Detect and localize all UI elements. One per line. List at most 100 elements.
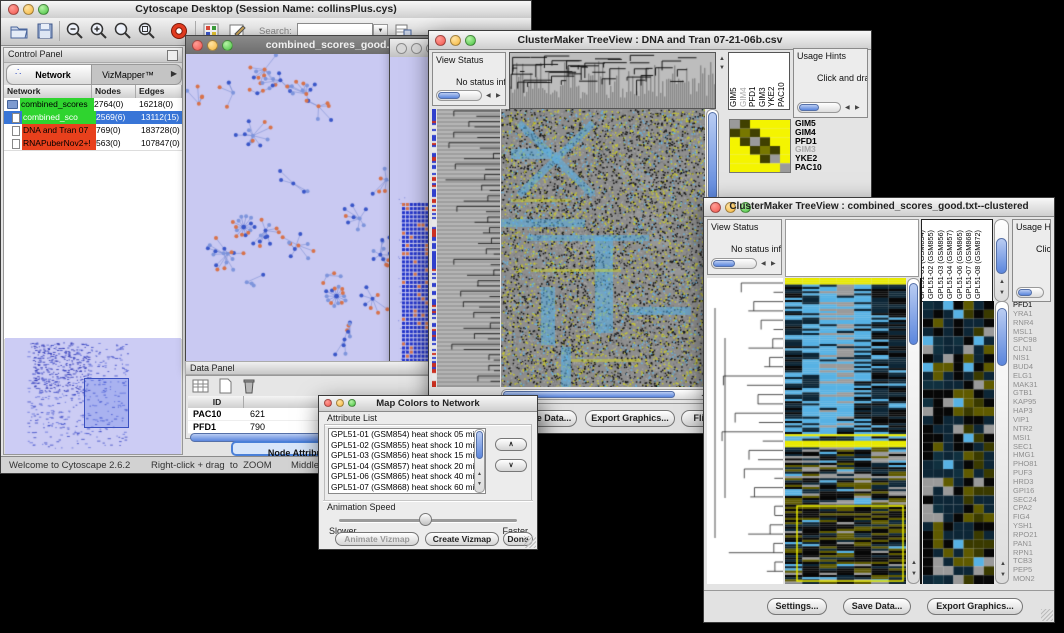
network-list-row[interactable]: DNA and Tran 07769(0)183728(0)	[4, 124, 182, 137]
tv1-heatmap-canvas[interactable]	[501, 109, 705, 387]
tv1-usage-hints-panel: Usage Hints Click and drag tc ◀ ▶	[793, 48, 868, 118]
tab-network-label: Network	[35, 70, 71, 80]
attribute-list-item[interactable]: GPL51-01 (GSM854) heat shock 05 min	[329, 429, 485, 440]
attribute-list-item[interactable]: GPL51-04 (GSM857) heat shock 20 min	[329, 461, 485, 472]
tv2-zoom-vscrollbar[interactable]: ▲ ▼	[995, 301, 1009, 584]
tv2-column-label: GPL51-06 (GSM865)	[955, 230, 964, 299]
tv1-column-label: GIM5	[729, 87, 738, 107]
save-icon[interactable]	[35, 21, 55, 41]
attribute-list-scrollbar[interactable]: ▲ ▼	[474, 429, 485, 493]
tv2-heatmap-vscrollbar[interactable]: ▲ ▼	[907, 278, 920, 584]
network-edges-cell: 107847(0)	[141, 137, 186, 150]
tv1-zoom-matrix-canvas[interactable]	[729, 119, 791, 173]
network-name-cell: DNA and Tran 07	[22, 124, 96, 137]
tv2-column-label-scrollbar[interactable]: ▲ ▼	[994, 219, 1009, 302]
tv1-row-labels[interactable]: GIM5GIM4PFD1GIM3YKE2PAC10	[795, 119, 865, 172]
scroll-up-icon[interactable]: ▲	[719, 55, 725, 63]
scroll-up-icon[interactable]: ▲	[1000, 560, 1006, 568]
tv1-column-dendrogram-canvas[interactable]	[509, 52, 716, 109]
attribute-list-item[interactable]: GPL51-03 (GSM856) heat shock 15 min	[329, 450, 485, 461]
tv1-status-scrollbar[interactable]	[436, 90, 482, 101]
tv2-column-label: GPL51-02 (GSM855)	[926, 230, 935, 299]
create-vizmap-button[interactable]: Create Vizmap	[425, 532, 499, 546]
tv2-zoom-heatmap-canvas[interactable]	[923, 301, 994, 584]
attribute-list-item[interactable]: GPL51-02 (GSM855) heat shock 10 min	[329, 440, 485, 451]
scroll-right-icon[interactable]: ▶	[771, 260, 776, 268]
attribute-list[interactable]: GPL51-01 (GSM854) heat shock 05 minGPL51…	[328, 428, 486, 494]
dialog-titlebar[interactable]: Map Colors to Network	[319, 396, 537, 412]
animation-speed-label: Animation Speed	[327, 502, 396, 512]
treeview2-titlebar[interactable]: ClusterMaker TreeView : combined_scores_…	[704, 198, 1054, 217]
tv2-row-dendrogram-canvas[interactable]	[707, 278, 783, 584]
tv2-usage-hints-panel: Usage Hi Click and	[1012, 219, 1051, 302]
control-panel: Control Panel ∴ Network VizMapper™ ▶ Net…	[3, 47, 183, 455]
network-nodes-cell: 769(0)	[96, 124, 141, 137]
gene-label: MON2	[1013, 575, 1053, 584]
network-list-row[interactable]: combined_sco2569(6)13112(15)	[4, 111, 182, 124]
scroll-down-icon[interactable]: ▼	[1000, 571, 1006, 579]
tab-network[interactable]: ∴ Network	[7, 65, 92, 84]
main-titlebar[interactable]: Cytoscape Desktop (Session Name: collins…	[1, 1, 531, 19]
scroll-right-icon[interactable]: ▶	[855, 104, 860, 112]
close-button[interactable]	[396, 43, 407, 54]
tab-overflow-icon[interactable]: ▶	[171, 69, 177, 78]
scroll-down-icon[interactable]: ▼	[719, 64, 725, 72]
data-col-id[interactable]: ID	[188, 396, 244, 408]
col-header-edges[interactable]: Edges	[136, 85, 182, 98]
tv2-column-labels[interactable]: GPL51-01 (GSM854)GPL51-02 (GSM855)GPL51-…	[921, 219, 993, 302]
settings-button[interactable]: Settings...	[767, 598, 827, 615]
export-graphics-button[interactable]: Export Graphics...	[927, 598, 1023, 615]
tv1-row-dendrogram-canvas[interactable]	[437, 109, 500, 387]
scroll-down-icon[interactable]: ▼	[911, 570, 917, 578]
scroll-down-icon[interactable]: ▼	[477, 480, 482, 488]
network-list-row[interactable]: combined_scores2764(0)16218(0)	[4, 98, 182, 111]
tv1-column-labels[interactable]: GIM5GIM4PFD1GIM3YKE2PAC10	[728, 52, 790, 110]
network-list: combined_scores2764(0)16218(0)combined_s…	[4, 98, 182, 150]
control-panel-title: Control Panel	[8, 49, 63, 59]
col-header-nodes[interactable]: Nodes	[92, 85, 136, 98]
scroll-right-icon[interactable]: ▶	[496, 92, 501, 100]
scroll-left-icon[interactable]: ◀	[761, 260, 766, 268]
tv2-heatmap-canvas[interactable]	[785, 278, 906, 584]
scroll-up-icon[interactable]: ▲	[911, 559, 917, 567]
main-window-title: Cytoscape Desktop (Session Name: collins…	[1, 3, 531, 15]
tv1-usage-scrollbar[interactable]	[797, 102, 841, 113]
scroll-up-icon[interactable]: ▲	[477, 470, 482, 478]
animate-vizmap-button[interactable]: Animate Vizmap	[335, 532, 419, 546]
tv1-view-status-title: View Status	[436, 55, 483, 65]
col-header-network[interactable]: Network	[4, 85, 92, 98]
tv2-status-scrollbar[interactable]	[711, 258, 757, 269]
scroll-left-icon[interactable]: ◀	[486, 92, 491, 100]
scroll-up-icon[interactable]: ▲	[999, 278, 1005, 286]
scroll-left-icon[interactable]: ◀	[845, 104, 850, 112]
scroll-down-icon[interactable]: ▼	[999, 289, 1005, 297]
tv2-gene-labels[interactable]: PFD1YRA1RNR4MSL1SPC98CLN1NIS1BUD4ELG1MAK…	[1013, 301, 1053, 584]
resize-grip[interactable]	[524, 536, 536, 548]
tv2-usage-scrollbar[interactable]	[1016, 287, 1044, 298]
tv2-view-status-text: No status info f	[731, 244, 782, 254]
minimize-button[interactable]	[411, 43, 422, 54]
zoom-in-icon[interactable]	[89, 21, 109, 41]
save-data-button[interactable]: Save Data...	[843, 598, 911, 615]
tv1-column-label: PFD1	[748, 87, 757, 107]
animation-speed-slider-thumb[interactable]	[419, 513, 432, 526]
move-up-button[interactable]: ∧	[495, 438, 527, 451]
tab-vizmapper[interactable]: VizMapper™	[92, 65, 164, 84]
open-file-icon[interactable]	[9, 21, 29, 41]
export-graphics-button[interactable]: Export Graphics...	[585, 410, 675, 427]
resize-grip[interactable]	[1041, 609, 1053, 621]
network-list-row[interactable]: RNAPuberNov2+!563(0)107847(0)	[4, 137, 182, 150]
float-panel-icon[interactable]	[167, 50, 178, 61]
attribute-list-item[interactable]: GPL51-06 (GSM865) heat shock 40 min	[329, 471, 485, 482]
attribute-list-item[interactable]: GPL51-07 (GSM868) heat shock 60 min	[329, 482, 485, 493]
zoom-selected-icon[interactable]	[137, 21, 157, 41]
zoom-out-icon[interactable]	[65, 21, 85, 41]
birdseye-viewport-rect[interactable]	[84, 378, 129, 428]
move-down-button[interactable]: ∨	[495, 459, 527, 472]
doc-icon	[12, 113, 20, 123]
zoom-fit-icon[interactable]	[113, 21, 133, 41]
birdseye-view[interactable]	[5, 338, 181, 454]
tv2-column-dendrogram-area[interactable]	[785, 219, 919, 277]
tv1-row-label: PAC10	[795, 163, 865, 172]
row-value-cell: 790	[244, 421, 265, 433]
